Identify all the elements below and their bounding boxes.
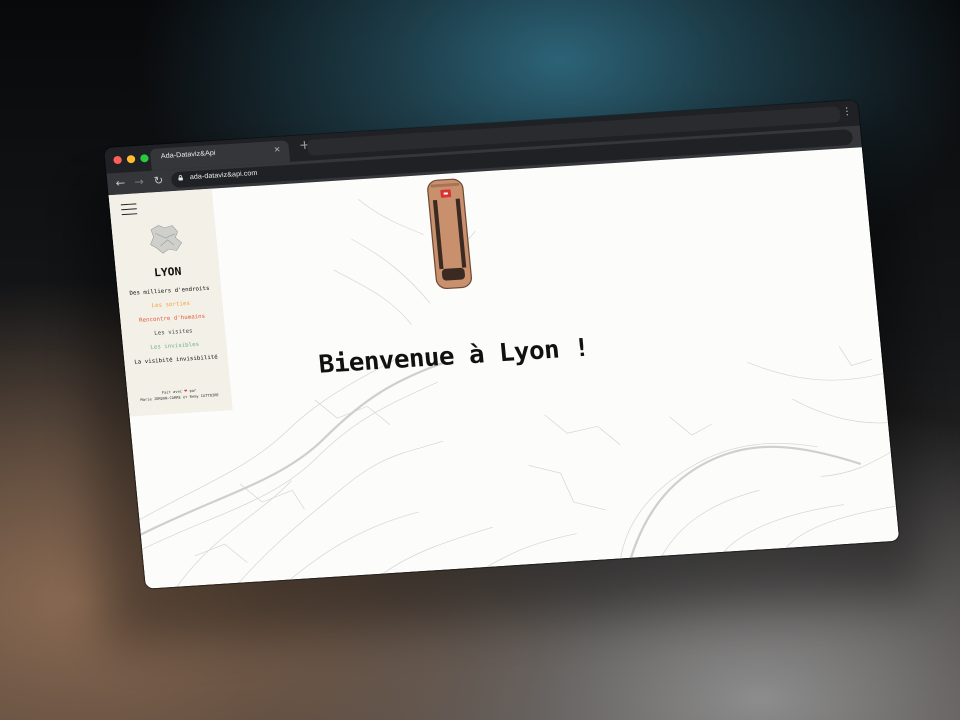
close-window-button[interactable] [113, 155, 123, 165]
browser-menu-icon[interactable]: ⋮ [841, 106, 852, 117]
reload-icon[interactable]: ↻ [153, 174, 164, 187]
lyon-map-icon [150, 225, 183, 254]
back-arrow-icon[interactable]: ← [115, 176, 126, 189]
credits-footer: Fait avec ❤ par Marie JORDAN-CARRE et Re… [127, 385, 231, 403]
lock-icon [178, 175, 183, 181]
forward-arrow-icon[interactable]: → [134, 175, 145, 188]
browser-window: Ada-Dataviz&Api × + ⋮ ← → ↻ ada-dataviz&… [104, 99, 900, 589]
maximize-window-button[interactable] [139, 154, 149, 163]
tab-close-icon[interactable]: × [273, 145, 281, 154]
minimize-window-button[interactable] [126, 154, 136, 164]
url-text: ada-dataviz&api.com [189, 169, 258, 182]
hamburger-menu-icon[interactable] [120, 203, 138, 216]
sidebar: LYON Des milliers d'endroits Les sorties… [108, 188, 233, 417]
sidebar-menu: Des milliers d'endroits Les sorties Renc… [117, 281, 228, 370]
credits-by: par [189, 388, 197, 393]
tab-title: Ada-Dataviz&Api [160, 149, 216, 161]
city-title: LYON [153, 264, 182, 280]
page-viewport: LYON Des milliers d'endroits Les sorties… [108, 147, 900, 589]
